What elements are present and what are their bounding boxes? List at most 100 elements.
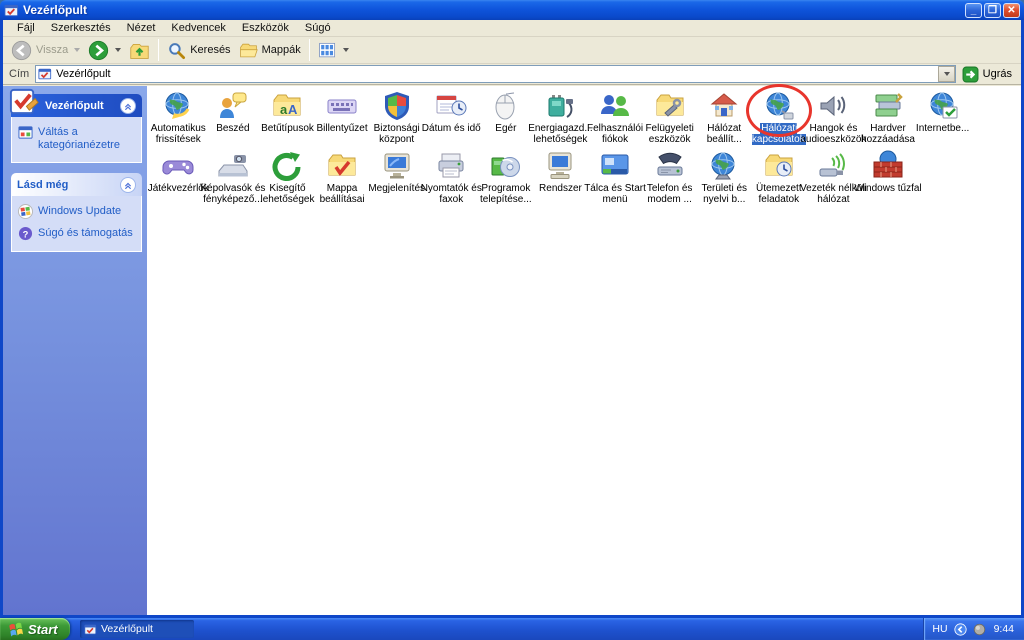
control-panel-item[interactable]: Vezeték nélküli hálózat <box>806 150 861 205</box>
item-label-text: Hálózat beállít... <box>707 123 742 145</box>
toolbar-separator <box>309 39 310 61</box>
item-label: Internetbe... <box>905 123 981 134</box>
system-tray: HU 9:44 <box>923 618 1024 640</box>
keyboard-icon <box>326 90 358 122</box>
search-button[interactable]: Keresés <box>163 39 234 62</box>
task-pane-link-label: Súgó és támogatás <box>38 226 133 240</box>
address-input[interactable]: Vezérlőpult <box>35 65 955 83</box>
control-panel-item[interactable]: Windows tűzfal <box>861 150 916 205</box>
tray-collapse-chevron-icon[interactable] <box>954 623 967 636</box>
menu-item[interactable]: Nézet <box>119 21 164 35</box>
svg-text:?: ? <box>23 229 29 239</box>
add-hardware-icon <box>872 90 904 122</box>
collapse-chevron-button[interactable] <box>120 98 136 114</box>
control-panel-icon <box>84 623 97 636</box>
tray-status-icon[interactable] <box>973 623 986 636</box>
start-button[interactable]: Start <box>0 618 70 640</box>
menu-item[interactable]: Szerkesztés <box>43 21 119 35</box>
back-label: Vissza <box>36 44 68 56</box>
language-indicator[interactable]: HU <box>932 623 947 635</box>
control-panel-item[interactable]: Hardver hozzáadása <box>861 90 916 145</box>
game-icon <box>162 150 194 182</box>
switch-view-icon <box>18 125 33 140</box>
task-pane-link[interactable]: ? Súgó és támogatás <box>18 226 137 241</box>
item-label-text: Windows tűzfal <box>854 183 921 194</box>
address-bar: Cím Vezérlőpult Ugrás <box>3 64 1021 85</box>
item-label-text: Internetbe... <box>916 123 969 134</box>
control-panel-icon <box>38 67 52 81</box>
address-value: Vezérlőpult <box>56 68 937 80</box>
internet-icon <box>927 90 959 122</box>
forward-button[interactable] <box>84 38 125 63</box>
admin-tools-icon <box>654 90 686 122</box>
close-button[interactable]: ✕ <box>1003 3 1020 18</box>
menu-item[interactable]: Súgó <box>297 21 339 35</box>
scheduled-icon <box>763 150 795 182</box>
forward-icon <box>88 40 109 61</box>
item-label: Windows tűzfal <box>850 183 926 194</box>
address-dropdown-button[interactable] <box>938 66 955 82</box>
sounds-icon <box>817 90 849 122</box>
back-dropdown-icon <box>74 48 80 52</box>
windows-flag-icon <box>8 621 24 637</box>
menu-item[interactable]: Eszközök <box>234 21 297 35</box>
users-icon <box>599 90 631 122</box>
printer-icon <box>435 150 467 182</box>
add-programs-icon <box>490 150 522 182</box>
fonts-icon: aA <box>271 90 303 122</box>
control-panel-item[interactable]: aABetűtípusok <box>260 90 315 145</box>
task-pane-link-label: Windows Update <box>38 204 121 218</box>
phone-icon <box>654 150 686 182</box>
control-panel-pane: Vezérlőpult Váltás a kategórianézetre <box>11 94 142 163</box>
go-button[interactable]: Ugrás <box>956 66 1018 83</box>
up-button[interactable] <box>125 38 154 63</box>
wireless-icon <box>817 150 849 182</box>
go-icon <box>962 66 979 83</box>
toolbar-separator <box>158 39 159 61</box>
task-pane-link[interactable]: Váltás a kategórianézetre <box>18 125 137 152</box>
control-panel-item[interactable]: Biztonsági központ <box>369 90 424 145</box>
search-label: Keresés <box>190 44 230 56</box>
toolbar: Vissza Keresés Mappák <box>3 37 1021 64</box>
display-icon <box>381 150 413 182</box>
control-panel-item[interactable]: Programok telepítése... <box>479 150 534 205</box>
svg-text:A: A <box>288 102 298 117</box>
back-button[interactable]: Vissza <box>7 38 84 63</box>
icon-row: Automatikus frissítésekBeszédaABetűtípus… <box>151 90 970 145</box>
power-icon <box>544 90 576 122</box>
folders-button[interactable]: Mappák <box>235 39 305 62</box>
control-panel-window: Vezérlőpult _ ❐ ✕ FájlSzerkesztésNézetKe… <box>0 0 1024 618</box>
control-panel-item[interactable]: Dátum és idő <box>424 90 479 145</box>
views-dropdown-icon <box>343 48 349 52</box>
minimize-button[interactable]: _ <box>965 3 982 18</box>
see-also-pane: Lásd még Windows Update? Súgó és támogatá… <box>11 173 142 252</box>
taskbar-task-button[interactable]: Vezérlőpult <box>80 620 194 638</box>
restore-button[interactable]: ❐ <box>984 3 1001 18</box>
control-panel-item[interactable]: Beszéd <box>206 90 261 145</box>
control-panel-item[interactable]: Mappa beállításai <box>315 150 370 205</box>
control-panel-item[interactable]: Internetbe... <box>915 90 970 145</box>
collapse-chevron-button[interactable] <box>120 177 136 193</box>
views-button[interactable] <box>314 39 353 62</box>
folders-label: Mappák <box>262 44 301 56</box>
menu-item[interactable]: Fájl <box>9 21 43 35</box>
taskbar: Start Vezérlőpult HU 9:44 <box>0 618 1024 640</box>
up-folder-icon <box>129 40 150 61</box>
task-pane-link-label: Váltás a kategórianézetre <box>38 125 137 152</box>
icon-grid: Automatikus frissítésekBeszédaABetűtípus… <box>147 86 1021 615</box>
pane-title: Lásd még <box>17 179 120 191</box>
item-label-text: Rendszer <box>539 183 582 194</box>
taskbar-menu-icon <box>599 150 631 182</box>
title-bar[interactable]: Vezérlőpult _ ❐ ✕ <box>0 0 1024 20</box>
accessibility-icon <box>271 150 303 182</box>
control-panel-item[interactable]: Automatikus frissítések <box>151 90 206 145</box>
menu-item[interactable]: Kedvencek <box>163 21 233 35</box>
task-pane-link[interactable]: Windows Update <box>18 204 137 219</box>
window-body: Vezérlőpult Váltás a kategórianézetre Lá… <box>3 86 1021 615</box>
pane-body: Váltás a kategórianézetre <box>11 117 142 163</box>
folder-options-icon <box>326 150 358 182</box>
regional-icon <box>708 150 740 182</box>
address-label: Cím <box>9 68 29 80</box>
network-setup-icon <box>708 90 740 122</box>
start-label: Start <box>28 622 58 637</box>
